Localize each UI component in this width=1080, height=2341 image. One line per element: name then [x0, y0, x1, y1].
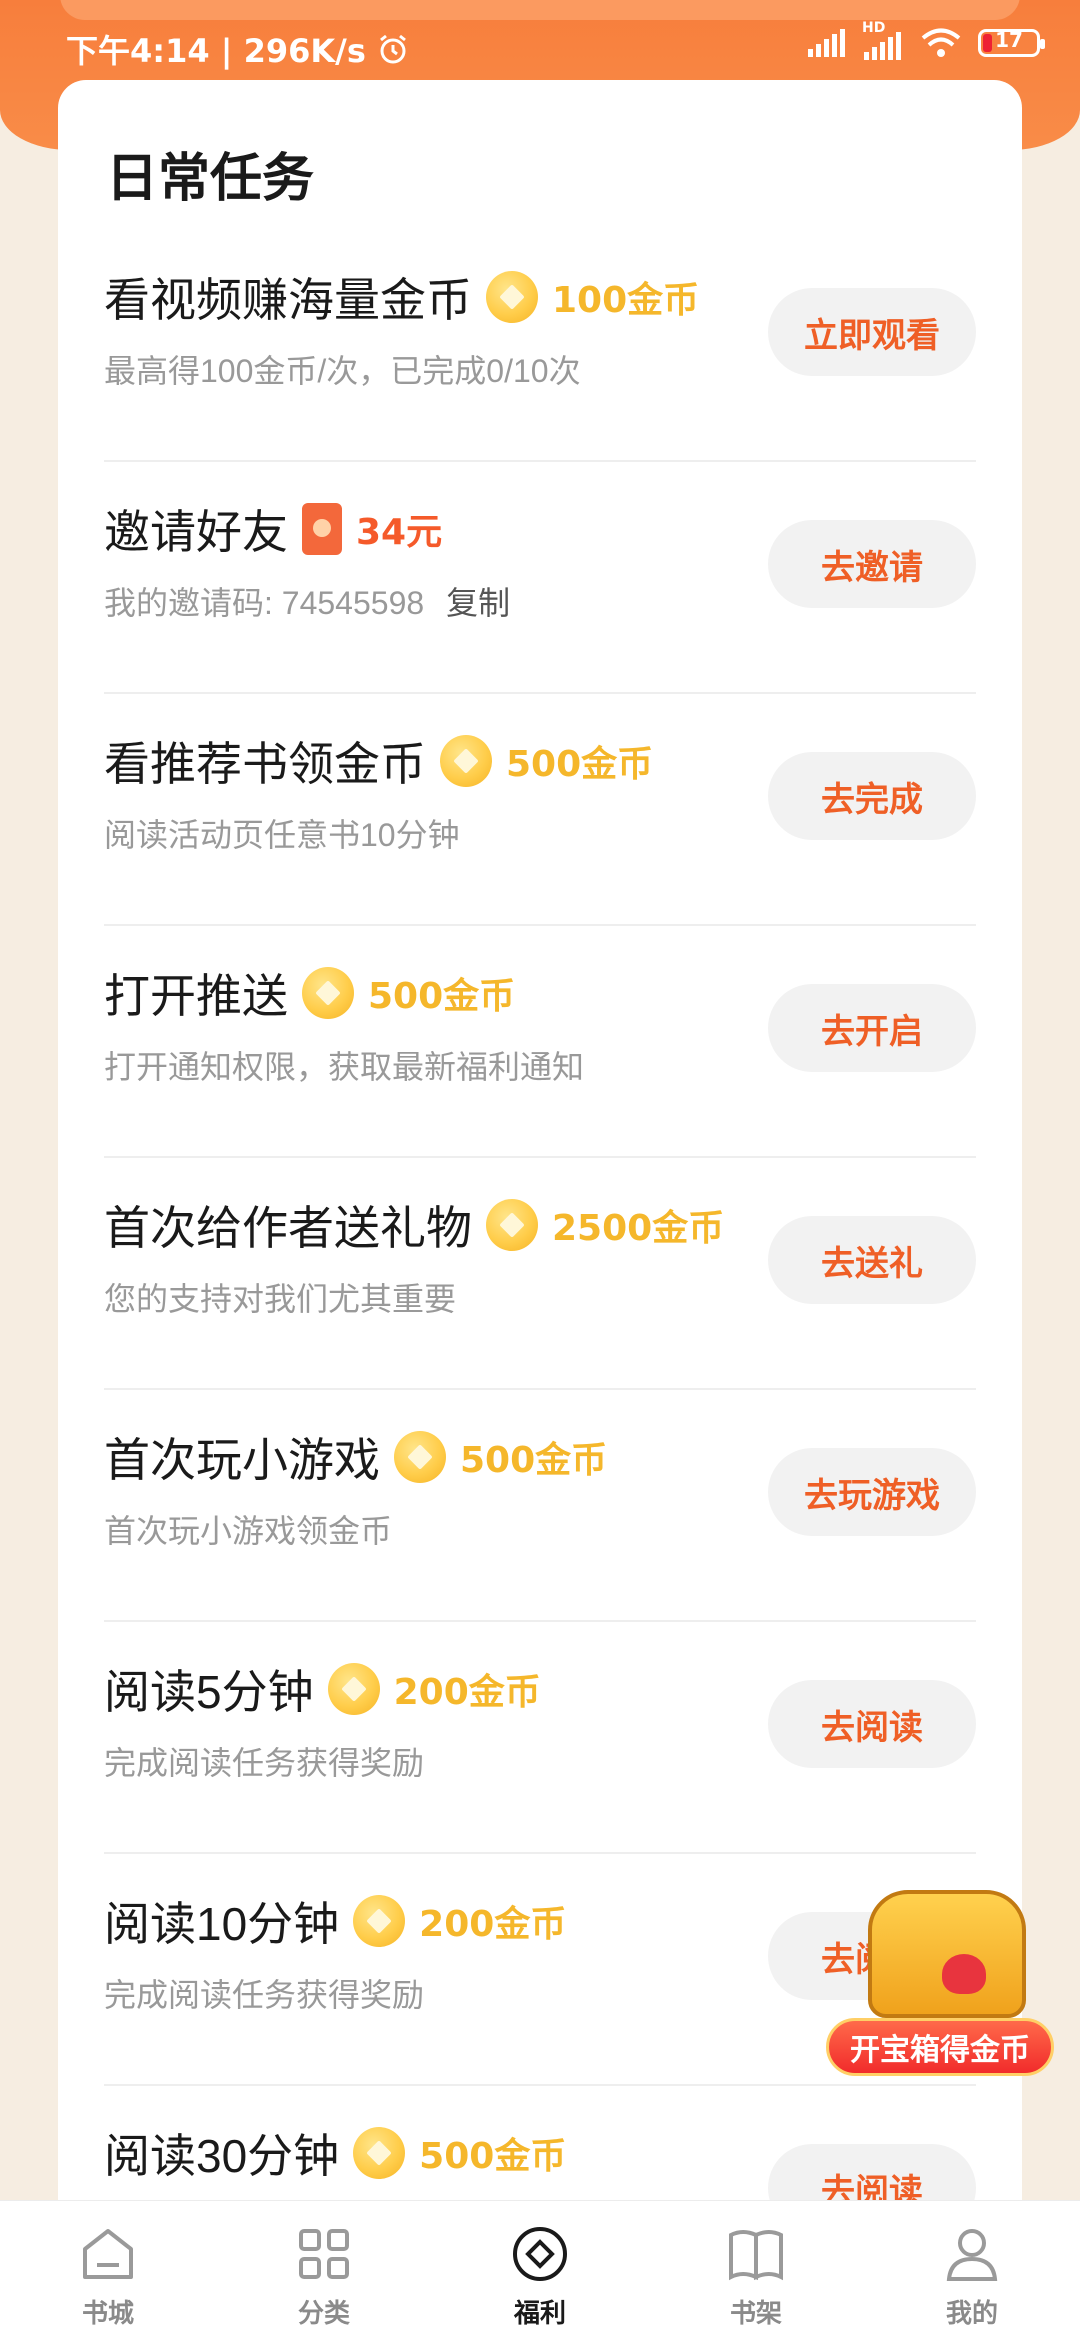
task-row: 首次玩小游戏 500金币首次玩小游戏领金币 去玩游戏	[104, 1390, 976, 1622]
task-action-button[interactable]: 去邀请	[768, 520, 976, 608]
signal-hd-icon: HD	[862, 20, 904, 60]
wifi-icon	[921, 28, 961, 57]
task-title: 看视频赚海量金币	[104, 274, 472, 326]
task-action-button[interactable]: 去阅读	[768, 1680, 976, 1768]
coin-icon	[486, 271, 538, 323]
red-packet-icon	[302, 503, 342, 555]
task-reward: 2500金币	[552, 1208, 725, 1249]
task-reward: 500金币	[506, 744, 654, 785]
nav-label: 书架	[729, 2299, 782, 2329]
task-action-button[interactable]: 立即观看	[768, 288, 976, 376]
coin-icon	[440, 735, 492, 787]
task-subtitle-row: 完成阅读任务获得奖励	[104, 1970, 424, 2016]
treasure-label: 开宝箱得金币	[826, 2018, 1054, 2076]
treasure-chest-button[interactable]: 开宝箱得金币	[826, 1880, 1058, 2090]
nav-item-book[interactable]: 书架	[648, 2201, 864, 2341]
nav-label: 我的	[945, 2299, 998, 2329]
task-row: 打开推送 500金币打开通知权限，获取最新福利通知 去开启	[104, 926, 976, 1158]
task-title: 看推荐书领金币	[104, 738, 426, 790]
coin-icon	[327, 1663, 380, 1715]
task-subtitle: 打开通知权限，获取最新福利通知	[104, 1049, 585, 1085]
task-action-button[interactable]: 去开启	[768, 984, 976, 1072]
nav-item-welfare[interactable]: 福利	[432, 2201, 648, 2341]
task-title: 邀请好友	[104, 506, 288, 558]
heart-icon	[942, 1954, 986, 1994]
coin-icon	[394, 1431, 446, 1483]
task-title: 首次给作者送礼物	[104, 1202, 472, 1254]
coin-icon	[302, 967, 354, 1019]
welfare-icon	[513, 2227, 567, 2281]
task-reward: 500金币	[368, 976, 516, 1017]
task-reward: 34元	[356, 512, 443, 553]
task-subtitle-row: 完成阅读任务获得奖励	[104, 1738, 424, 1784]
status-time-speed: 下午4:14 | 296K/s	[66, 32, 366, 70]
section-title: 日常任务	[106, 150, 315, 208]
task-reward: 500金币	[419, 2136, 567, 2177]
battery-level: 17	[995, 28, 1023, 52]
nav-label: 分类	[297, 2299, 350, 2329]
bottom-navigation: 书城 分类 福利 书架 我的	[0, 2200, 1080, 2341]
task-subtitle: 首次玩小游戏领金币	[104, 1513, 393, 1549]
task-subtitle-row: 打开通知权限，获取最新福利通知	[104, 1042, 584, 1088]
task-title-row: 看视频赚海量金币 100金币	[104, 264, 699, 330]
task-subtitle: 阅读活动页任意书10分钟	[104, 817, 460, 853]
task-subtitle: 完成阅读任务获得奖励	[104, 1745, 425, 1781]
task-title: 阅读5分钟	[104, 1666, 314, 1718]
home-icon	[83, 2229, 133, 2279]
task-action-button[interactable]: 去送礼	[768, 1216, 976, 1304]
task-title-row: 阅读5分钟 200金币	[104, 1656, 541, 1722]
nav-item-grid[interactable]: 分类	[216, 2201, 432, 2341]
task-title-row: 阅读30分钟 500金币	[104, 2120, 566, 2186]
task-subtitle: 完成阅读任务获得奖励	[104, 1977, 425, 2013]
task-reward: 100金币	[552, 280, 700, 321]
status-left: 下午4:14 | 296K/s	[66, 26, 410, 72]
task-row: 看视频赚海量金币 100金币最高得100金币/次，已完成0/10次 立即观看	[104, 230, 976, 462]
battery-icon: 17	[978, 28, 1045, 57]
task-subtitle-row: 首次玩小游戏领金币	[104, 1506, 392, 1552]
task-subtitle: 您的支持对我们尤其重要	[104, 1281, 457, 1317]
task-title: 打开推送	[104, 970, 288, 1022]
nav-label: 书城	[81, 2299, 134, 2329]
coin-icon	[353, 1895, 406, 1947]
signal-icon	[808, 29, 845, 57]
coin-icon	[486, 1199, 538, 1251]
task-reward: 200金币	[393, 1672, 541, 1713]
task-title-row: 首次玩小游戏 500金币	[104, 1424, 607, 1490]
nav-item-home[interactable]: 书城	[0, 2201, 216, 2341]
task-row: 首次给作者送礼物 2500金币您的支持对我们尤其重要 去送礼	[104, 1158, 976, 1390]
task-subtitle-row: 阅读活动页任意书10分钟	[104, 810, 460, 856]
user-icon	[946, 2229, 998, 2281]
task-title-row: 首次给作者送礼物 2500金币	[104, 1192, 724, 1258]
task-action-button[interactable]: 去玩游戏	[768, 1448, 976, 1536]
copy-invite-code-link[interactable]: 复制	[446, 585, 510, 621]
treasure-chest-icon	[868, 1890, 1026, 2018]
task-title: 阅读10分钟	[104, 1898, 340, 1950]
task-row: 阅读5分钟 200金币完成阅读任务获得奖励 去阅读	[104, 1622, 976, 1854]
nav-label: 福利	[513, 2299, 566, 2329]
task-title-row: 邀请好友 34元	[104, 496, 442, 562]
grid-icon	[299, 2229, 349, 2279]
task-action-button[interactable]: 去完成	[768, 752, 976, 840]
task-reward: 200金币	[419, 1904, 567, 1945]
task-subtitle-row: 您的支持对我们尤其重要	[104, 1274, 456, 1320]
coin-icon	[353, 2127, 406, 2179]
task-subtitle-row: 最高得100金币/次，已完成0/10次	[104, 346, 581, 392]
task-subtitle: 我的邀请码: 74545598	[104, 585, 425, 621]
task-reward: 500金币	[460, 1440, 608, 1481]
task-subtitle: 最高得100金币/次，已完成0/10次	[104, 353, 581, 389]
task-title-row: 打开推送 500金币	[104, 960, 515, 1026]
task-title-row: 阅读10分钟 200金币	[104, 1888, 566, 1954]
task-row: 看推荐书领金币 500金币阅读活动页任意书10分钟 去完成	[104, 694, 976, 926]
battery-tip	[1040, 39, 1045, 49]
task-title: 首次玩小游戏	[104, 1434, 380, 1486]
status-right: HD 17	[806, 20, 1045, 60]
task-subtitle-row: 我的邀请码: 74545598 复制	[104, 578, 510, 624]
alarm-icon	[379, 34, 406, 64]
nav-item-user[interactable]: 我的	[864, 2201, 1080, 2341]
task-row: 邀请好友 34元我的邀请码: 74545598 复制 去邀请	[104, 462, 976, 694]
task-title-row: 看推荐书领金币 500金币	[104, 728, 653, 794]
book-icon	[729, 2230, 783, 2281]
task-title: 阅读30分钟	[104, 2130, 340, 2182]
